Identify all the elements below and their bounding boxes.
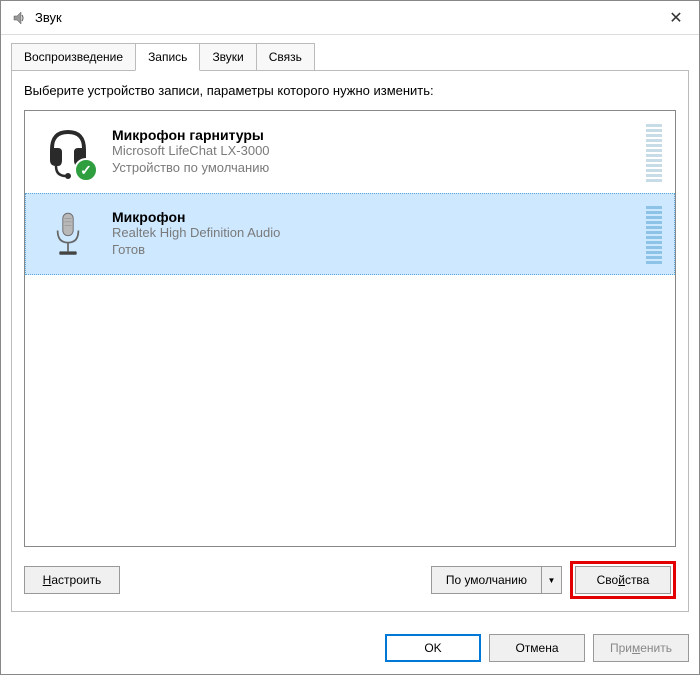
device-driver: Microsoft LifeChat LX-3000: [112, 143, 632, 160]
device-info: Микрофон Realtek High Definition Audio Г…: [112, 209, 632, 259]
client-area: Воспроизведение Запись Звуки Связь Выбер…: [1, 35, 699, 622]
properties-button[interactable]: Свойства: [575, 566, 671, 594]
tabpanel-recording: Выберите устройство записи, параметры ко…: [11, 70, 689, 612]
device-status: Готов: [112, 242, 632, 259]
set-default-dropdown[interactable]: ▼: [542, 566, 562, 594]
tab-sounds[interactable]: Звуки: [199, 43, 256, 71]
properties-highlight: Свойства: [570, 561, 676, 599]
close-button[interactable]: ✕: [653, 1, 699, 35]
microphone-icon: [38, 204, 98, 264]
device-row-microphone[interactable]: Микрофон Realtek High Definition Audio Г…: [25, 193, 675, 275]
ok-button[interactable]: OK: [385, 634, 481, 662]
sound-dialog: Звук ✕ Воспроизведение Запись Звуки Связ…: [0, 0, 700, 675]
tabs: Воспроизведение Запись Звуки Связь: [11, 43, 689, 71]
device-name: Микрофон гарнитуры: [112, 127, 632, 143]
device-row-headset-mic[interactable]: ✓ Микрофон гарнитуры Microsoft LifeChat …: [25, 111, 675, 193]
set-default-button[interactable]: По умолчанию: [431, 566, 542, 594]
device-info: Микрофон гарнитуры Microsoft LifeChat LX…: [112, 127, 632, 177]
configure-button[interactable]: Настроить: [24, 566, 120, 594]
apply-button: Применить: [593, 634, 689, 662]
level-meter: [646, 122, 662, 182]
tab-recording[interactable]: Запись: [135, 43, 200, 71]
device-status: Устройство по умолчанию: [112, 160, 632, 177]
device-name: Микрофон: [112, 209, 632, 225]
set-default-splitbutton[interactable]: По умолчанию ▼: [431, 566, 562, 594]
sound-icon: [11, 10, 27, 26]
dialog-buttons: OK Отмена Применить: [1, 622, 699, 674]
panel-buttons: Настроить По умолчанию ▼ Свойства: [24, 561, 676, 599]
default-check-icon: ✓: [74, 158, 98, 182]
level-meter: [646, 204, 662, 264]
headset-icon: ✓: [38, 122, 98, 182]
device-list[interactable]: ✓ Микрофон гарнитуры Microsoft LifeChat …: [24, 110, 676, 547]
tab-playback[interactable]: Воспроизведение: [11, 43, 136, 71]
instruction-text: Выберите устройство записи, параметры ко…: [24, 83, 676, 98]
device-driver: Realtek High Definition Audio: [112, 225, 632, 242]
window-title: Звук: [35, 10, 653, 25]
tab-communications[interactable]: Связь: [256, 43, 315, 71]
titlebar: Звук ✕: [1, 1, 699, 35]
cancel-button[interactable]: Отмена: [489, 634, 585, 662]
